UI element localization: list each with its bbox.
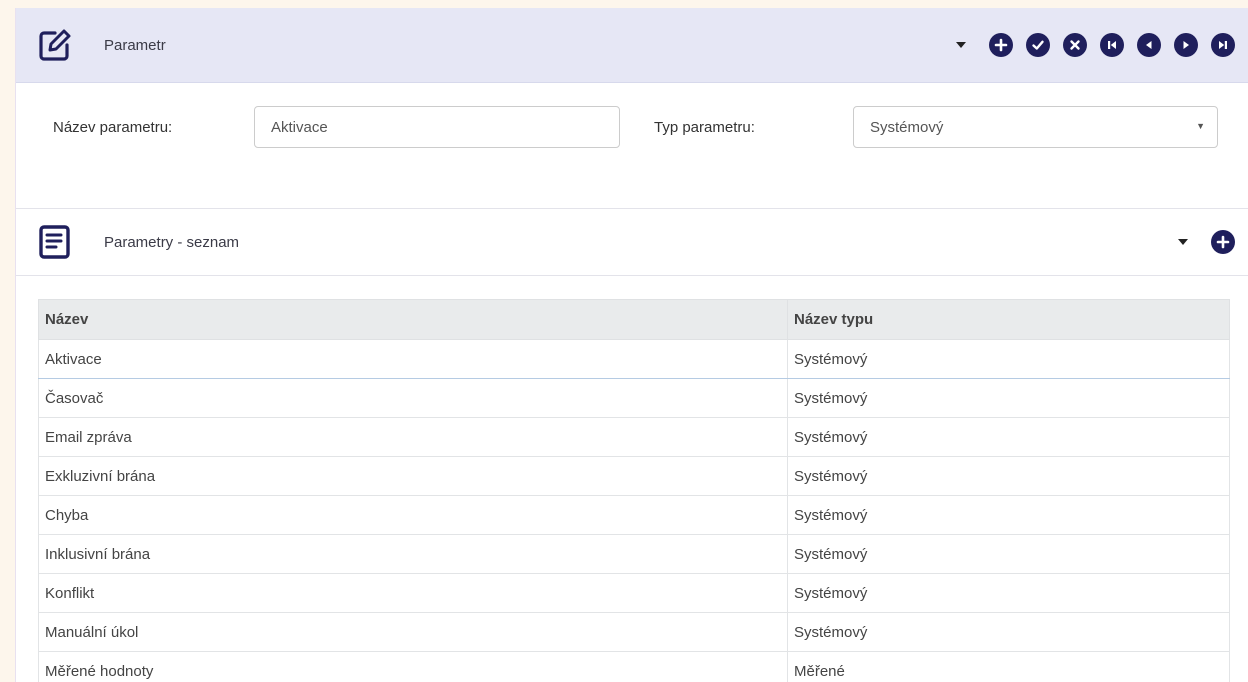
table-row[interactable]: Exkluzivní brána Systémový — [38, 456, 1230, 496]
first-icon[interactable] — [1100, 33, 1124, 57]
cell-type: Měřené — [787, 651, 1230, 682]
type-label: Typ parametru: — [654, 119, 755, 136]
cell-name: Inklusivní brána — [38, 534, 788, 574]
add-icon[interactable] — [1211, 230, 1235, 254]
last-icon[interactable] — [1211, 33, 1235, 57]
type-select-value: Systémový — [870, 118, 944, 136]
edit-icon — [38, 28, 72, 62]
cell-name: Časovač — [38, 378, 788, 418]
collapse-caret-icon[interactable] — [1178, 239, 1188, 245]
cell-type: Systémový — [787, 456, 1230, 496]
list-panel-header: Parametry - seznam — [16, 208, 1248, 276]
cell-name: Manuální úkol — [38, 612, 788, 652]
column-header-name[interactable]: Název — [38, 299, 788, 340]
cell-type: Systémový — [787, 417, 1230, 457]
table-row[interactable]: Chyba Systémový — [38, 495, 1230, 535]
cell-type: Systémový — [787, 612, 1230, 652]
cell-name: Email zpráva — [38, 417, 788, 457]
list-document-icon — [38, 225, 72, 259]
table-row[interactable]: Aktivace Systémový — [38, 339, 1230, 379]
cell-type: Systémový — [787, 573, 1230, 613]
panel-toolbar — [956, 33, 1235, 57]
next-icon[interactable] — [1174, 33, 1198, 57]
name-input[interactable]: Aktivace — [254, 106, 620, 148]
cell-type: Systémový — [787, 534, 1230, 574]
panel-title: Parametr — [104, 36, 166, 54]
table-header-row: Název Název typu — [38, 299, 1230, 340]
cell-type: Systémový — [787, 339, 1230, 379]
panel-title: Parametry - seznam — [104, 233, 240, 251]
table-row[interactable]: Inklusivní brána Systémový — [38, 534, 1230, 574]
collapse-caret-icon[interactable] — [956, 42, 966, 48]
table-row[interactable]: Časovač Systémový — [38, 378, 1230, 418]
cell-name: Exkluzivní brána — [38, 456, 788, 496]
chevron-down-icon: ▼ — [1196, 121, 1205, 131]
table-row[interactable]: Email zpráva Systémový — [38, 417, 1230, 457]
table-row[interactable]: Manuální úkol Systémový — [38, 612, 1230, 652]
cancel-icon[interactable] — [1063, 33, 1087, 57]
column-header-type[interactable]: Název typu — [787, 299, 1230, 340]
list-toolbar — [1178, 230, 1235, 254]
parameters-table: Název Název typu Aktivace Systémový Časo… — [38, 299, 1230, 682]
table-row[interactable]: Měřené hodnoty Měřené — [38, 651, 1230, 682]
cell-name: Konflikt — [38, 573, 788, 613]
confirm-icon[interactable] — [1026, 33, 1050, 57]
cell-type: Systémový — [787, 495, 1230, 535]
page: Parametr Název parametru: Aktivace Typ p… — [15, 8, 1248, 682]
cell-type: Systémový — [787, 378, 1230, 418]
add-icon[interactable] — [989, 33, 1013, 57]
table-row[interactable]: Konflikt Systémový — [38, 573, 1230, 613]
name-label: Název parametru: — [53, 119, 173, 136]
cell-name: Aktivace — [38, 339, 788, 379]
previous-icon[interactable] — [1137, 33, 1161, 57]
parametr-panel-header: Parametr — [16, 8, 1248, 83]
type-select[interactable]: Systémový ▼ — [853, 106, 1218, 148]
cell-name: Chyba — [38, 495, 788, 535]
cell-name: Měřené hodnoty — [38, 651, 788, 682]
